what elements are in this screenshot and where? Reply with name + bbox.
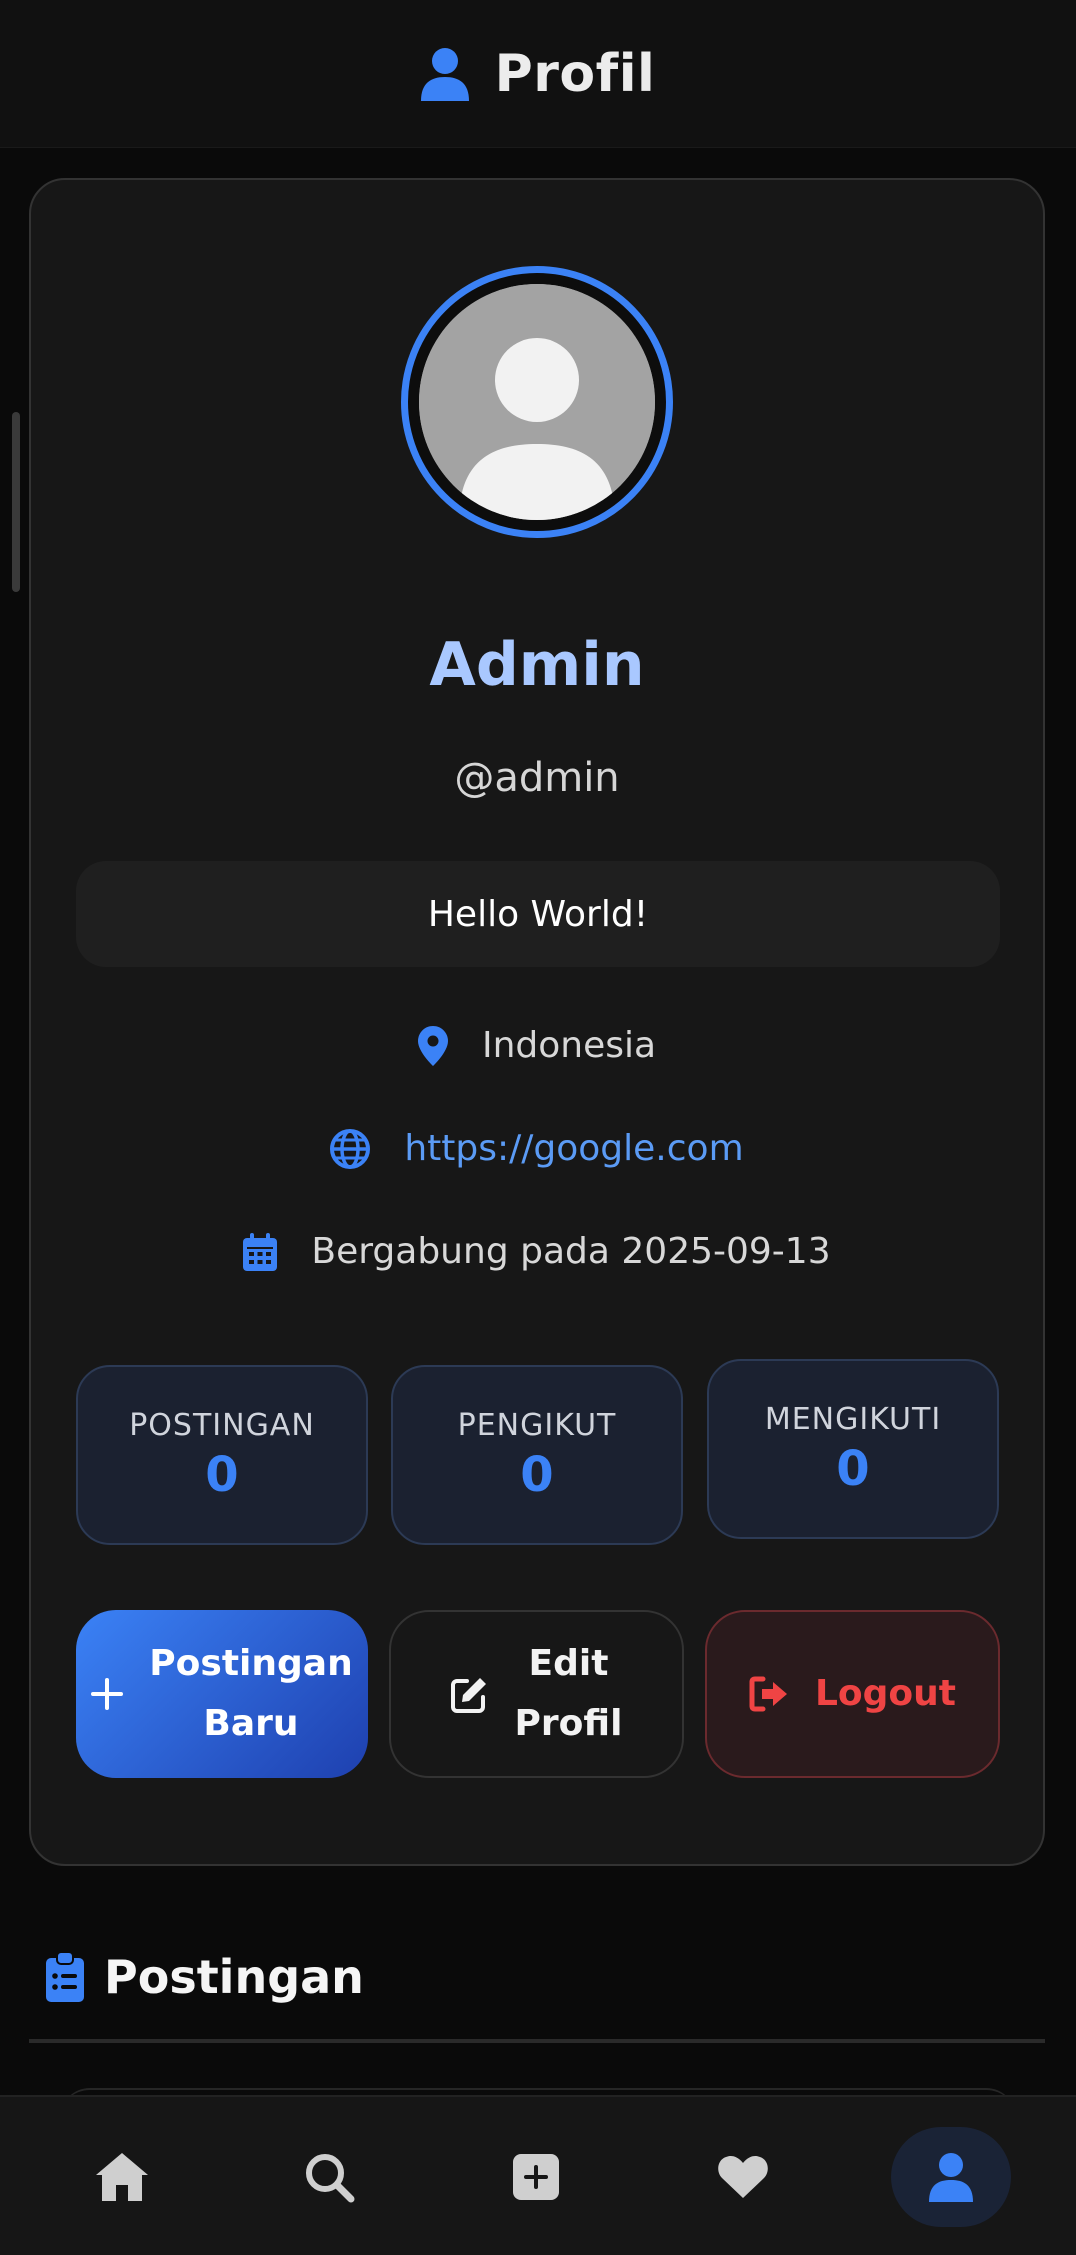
home-icon bbox=[96, 2153, 148, 2201]
stat-label: MENGIKUTI bbox=[764, 1401, 942, 1437]
joined-row: Bergabung pada 2025-09-13 bbox=[31, 1231, 1043, 1272]
stat-label: POSTINGAN bbox=[129, 1407, 315, 1443]
map-pin-icon bbox=[417, 1025, 448, 1066]
section-divider bbox=[29, 2039, 1045, 2043]
heart-icon bbox=[718, 2155, 768, 2198]
bottom-navigation bbox=[0, 2095, 1076, 2255]
plus-square-icon bbox=[513, 2154, 559, 2200]
nav-search[interactable] bbox=[269, 2127, 389, 2227]
stat-followers[interactable]: PENGIKUT 0 bbox=[391, 1365, 683, 1545]
nav-create[interactable] bbox=[476, 2127, 596, 2227]
logout-button[interactable]: Logout bbox=[705, 1610, 1000, 1778]
clipboard-list-icon bbox=[46, 1952, 84, 2002]
nav-likes[interactable] bbox=[683, 2127, 803, 2227]
stat-posts[interactable]: POSTINGAN 0 bbox=[76, 1365, 368, 1545]
location-text: Indonesia bbox=[481, 1025, 657, 1066]
edit-profile-label: Edit Profil bbox=[514, 1643, 623, 1744]
page-title: Profil bbox=[494, 43, 656, 104]
plus-icon bbox=[91, 1678, 124, 1710]
globe-icon bbox=[330, 1128, 371, 1169]
profile-card: Admin @admin Hello World! Indonesia http… bbox=[29, 178, 1045, 1866]
default-avatar-icon bbox=[419, 284, 655, 520]
user-icon bbox=[420, 47, 469, 101]
avatar bbox=[401, 266, 673, 538]
stat-following[interactable]: MENGIKUTI 0 bbox=[707, 1359, 999, 1539]
edit-icon bbox=[450, 1678, 486, 1713]
profile-username: @admin bbox=[454, 755, 620, 801]
posts-section-header: Postingan bbox=[46, 1950, 364, 2004]
profile-name: Admin bbox=[429, 630, 645, 700]
sign-out-icon bbox=[749, 1676, 787, 1712]
bio-text: Hello World! bbox=[427, 893, 649, 935]
user-icon bbox=[929, 2153, 973, 2202]
profile-bio: Hello World! bbox=[76, 861, 1000, 967]
stat-value: 0 bbox=[836, 1440, 870, 1497]
scrollbar[interactable] bbox=[12, 412, 20, 592]
search-icon bbox=[306, 2154, 355, 2203]
stat-label: PENGIKUT bbox=[457, 1407, 617, 1443]
posts-section-title: Postingan bbox=[104, 1950, 364, 2004]
calendar-icon bbox=[243, 1232, 278, 1271]
top-app-bar: Profil bbox=[0, 0, 1076, 148]
stat-value: 0 bbox=[205, 1446, 239, 1503]
website-row: https://google.com bbox=[31, 1128, 1043, 1169]
stat-value: 0 bbox=[520, 1446, 554, 1503]
logout-label: Logout bbox=[814, 1673, 956, 1714]
new-post-button[interactable]: Postingan Baru bbox=[76, 1610, 368, 1778]
new-post-label: Postingan Baru bbox=[149, 1643, 353, 1744]
nav-profile[interactable] bbox=[891, 2127, 1011, 2227]
location-row: Indonesia bbox=[31, 1025, 1043, 1066]
website-link[interactable]: https://google.com bbox=[404, 1128, 743, 1169]
nav-home[interactable] bbox=[62, 2127, 182, 2227]
edit-profile-button[interactable]: Edit Profil bbox=[389, 1610, 684, 1778]
joined-text: Bergabung pada 2025-09-13 bbox=[311, 1231, 831, 1272]
